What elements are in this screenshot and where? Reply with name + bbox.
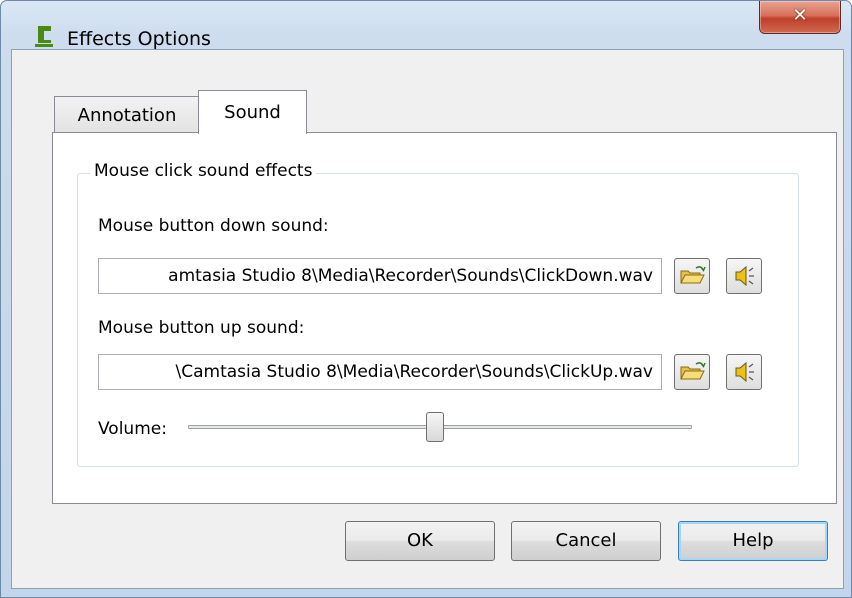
mouse-click-sound-group: Mouse click sound effects Mouse button d… bbox=[77, 161, 799, 467]
speaker-icon bbox=[735, 361, 754, 383]
sound-tab-panel: Mouse click sound effects Mouse button d… bbox=[52, 132, 837, 504]
close-icon: ✕ bbox=[792, 5, 808, 26]
help-button[interactable]: Help bbox=[678, 521, 828, 561]
volume-slider-thumb[interactable] bbox=[426, 412, 444, 442]
down-sound-label: Mouse button down sound: bbox=[98, 216, 329, 236]
window-title: Effects Options bbox=[67, 28, 211, 50]
play-down-button[interactable] bbox=[726, 258, 762, 294]
open-folder-icon bbox=[680, 362, 706, 380]
tab-sound[interactable]: Sound bbox=[198, 90, 307, 134]
dialog-window: Effects Options ✕ Annotation Sound Mouse… bbox=[0, 0, 852, 598]
close-button[interactable]: ✕ bbox=[759, 1, 841, 34]
down-sound-value: amtasia Studio 8\Media\Recorder\Sounds\C… bbox=[168, 266, 653, 286]
ok-button[interactable]: OK bbox=[345, 521, 495, 561]
browse-down-button[interactable] bbox=[674, 258, 710, 294]
open-folder-icon bbox=[680, 266, 706, 284]
down-sound-field[interactable]: amtasia Studio 8\Media\Recorder\Sounds\C… bbox=[98, 258, 662, 294]
browse-up-button[interactable] bbox=[674, 354, 710, 390]
up-sound-value: \Camtasia Studio 8\Media\Recorder\Sounds… bbox=[175, 362, 654, 382]
group-title: Mouse click sound effects bbox=[90, 161, 317, 181]
title-bar[interactable]: Effects Options ✕ bbox=[1, 1, 851, 51]
dialog-body: Annotation Sound Mouse click sound effec… bbox=[11, 49, 844, 589]
tab-annotation[interactable]: Annotation bbox=[54, 96, 200, 132]
volume-label: Volume: bbox=[98, 419, 167, 439]
play-up-button[interactable] bbox=[726, 354, 762, 390]
speaker-icon bbox=[735, 265, 754, 287]
cancel-button[interactable]: Cancel bbox=[511, 521, 661, 561]
tab-sound-label: Sound bbox=[224, 102, 281, 123]
up-sound-field[interactable]: \Camtasia Studio 8\Media\Recorder\Sounds… bbox=[98, 354, 662, 390]
tab-annotation-label: Annotation bbox=[77, 105, 177, 126]
up-sound-label: Mouse button up sound: bbox=[98, 318, 305, 338]
camtasia-logo-icon bbox=[35, 26, 53, 47]
